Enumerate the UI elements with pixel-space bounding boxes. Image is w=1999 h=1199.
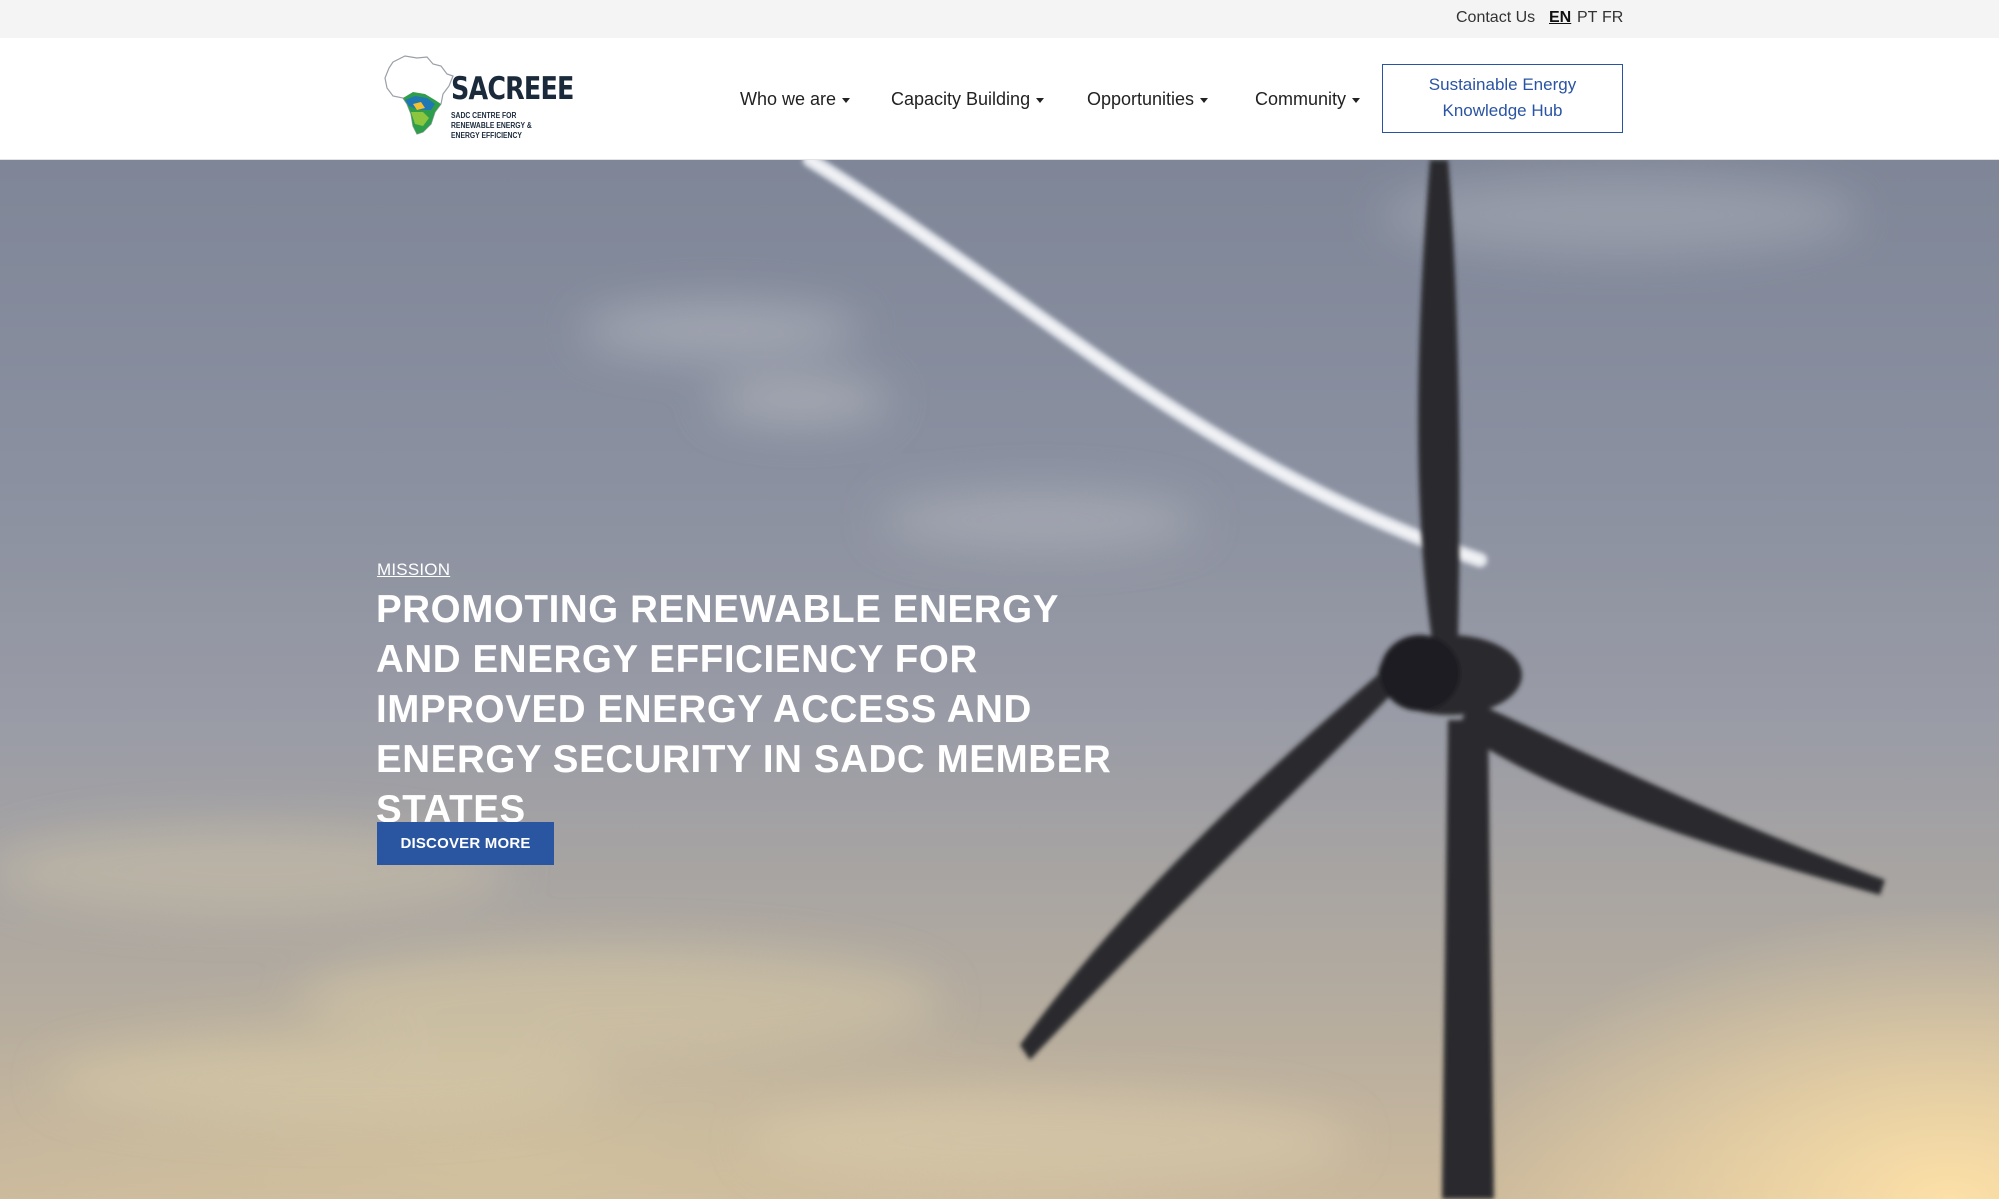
nav-opportunities-label: Opportunities: [1087, 89, 1195, 109]
mission-label[interactable]: MISSION: [377, 560, 450, 580]
language-pt-link[interactable]: PT: [1577, 9, 1597, 27]
knowledge-hub-button[interactable]: Sustainable Energy Knowledge Hub: [1382, 64, 1623, 133]
top-utility-bar: Contact Us EN PT FR: [0, 0, 1999, 38]
sacreee-logo[interactable]: SACREEE SADC CENTRE FOR RENEWABLE ENERGY…: [383, 54, 574, 140]
nav-community-label: Community: [1255, 89, 1347, 109]
logo-tagline: SADC CENTRE FOR RENEWABLE ENERGY & ENERG…: [451, 111, 532, 140]
logo-wordmark: SACREEE: [451, 71, 574, 107]
nav-opportunities[interactable]: Opportunities: [1087, 89, 1209, 110]
hero-section: MISSION PROMOTING RENEWABLE ENERGY AND E…: [0, 160, 1999, 1199]
knowledge-hub-line2: Knowledge Hub: [1442, 101, 1563, 120]
contact-us-link[interactable]: Contact Us: [1456, 9, 1535, 27]
chevron-down-icon: [1036, 97, 1045, 103]
language-en-link[interactable]: EN: [1549, 9, 1571, 27]
chevron-down-icon: [1200, 97, 1209, 103]
nav-capacity-building[interactable]: Capacity Building: [891, 89, 1045, 110]
chevron-down-icon: [1352, 97, 1361, 103]
nav-capacity-building-label: Capacity Building: [891, 89, 1031, 109]
knowledge-hub-line1: Sustainable Energy: [1428, 75, 1577, 94]
nav-who-we-are[interactable]: Who we are: [740, 89, 851, 110]
africa-map-icon: [384, 55, 454, 135]
nav-who-we-are-label: Who we are: [740, 89, 837, 109]
hero-heading: PROMOTING RENEWABLE ENERGY AND ENERGY EF…: [376, 588, 1112, 831]
chevron-down-icon: [842, 97, 851, 103]
language-fr-link[interactable]: FR: [1602, 9, 1623, 27]
discover-more-button[interactable]: DISCOVER MORE: [377, 822, 554, 865]
site-header: SACREEE SADC CENTRE FOR RENEWABLE ENERGY…: [0, 38, 1999, 160]
nav-community[interactable]: Community: [1255, 89, 1361, 110]
